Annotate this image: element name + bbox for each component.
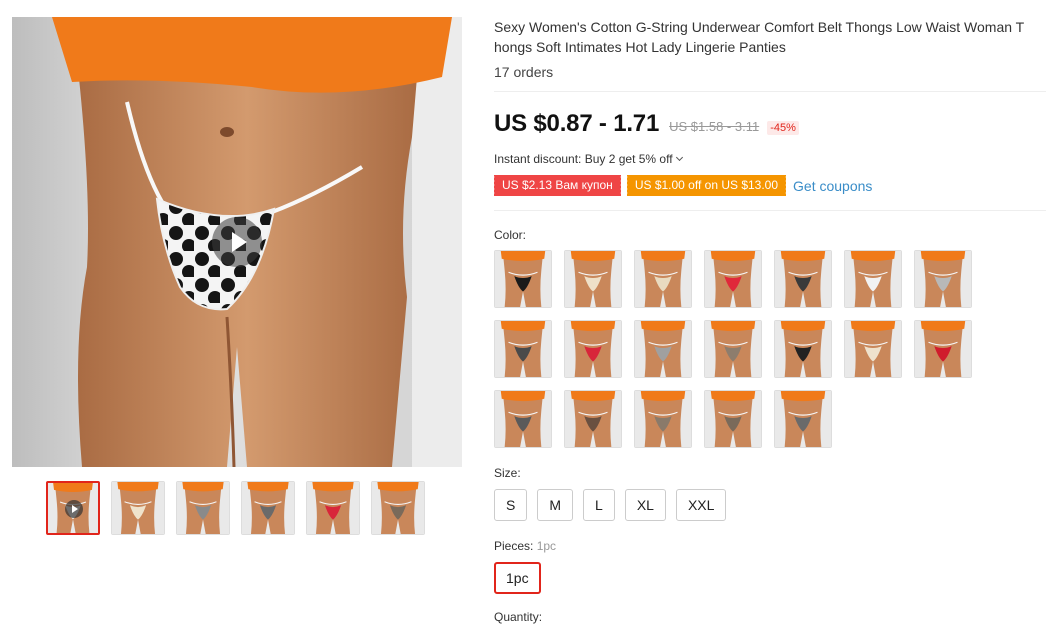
- thumbnail-strip: [46, 481, 425, 535]
- size-option-l[interactable]: L: [583, 489, 615, 521]
- main-product-image[interactable]: [12, 17, 462, 467]
- color-swatch[interactable]: [494, 320, 552, 378]
- orders-count: 17 orders: [494, 64, 554, 80]
- instant-discount-text: Instant discount: Buy 2 get 5% off: [494, 152, 673, 166]
- product-title: Sexy Women's Cotton G-String Underwear C…: [494, 17, 1046, 57]
- product-title-line-1: Sexy Women's Cotton G-String Underwear C…: [494, 19, 1025, 35]
- gallery-thumbnail[interactable]: [111, 481, 165, 535]
- gallery-thumbnail[interactable]: [46, 481, 100, 535]
- coupons-row: US $2.13 Вам купон US $1.00 off on US $1…: [493, 175, 1046, 196]
- color-swatch[interactable]: [634, 390, 692, 448]
- gallery-thumbnail[interactable]: [176, 481, 230, 535]
- price-row: US $0.87 - 1.71 US $1.58 - 3.11 -45%: [494, 110, 1046, 138]
- instant-discount[interactable]: Instant discount: Buy 2 get 5% off: [494, 152, 1046, 166]
- color-swatch[interactable]: [564, 390, 622, 448]
- get-coupons-link[interactable]: Get coupons: [793, 178, 872, 194]
- coupon-badge-threshold[interactable]: US $1.00 off on US $13.00: [625, 175, 787, 196]
- color-swatch[interactable]: [494, 250, 552, 308]
- color-swatch[interactable]: [634, 250, 692, 308]
- pieces-options: 1pc: [494, 562, 1046, 594]
- chevron-down-icon: [675, 153, 683, 162]
- pieces-label: Pieces: 1pc: [494, 539, 1046, 553]
- color-swatch[interactable]: [914, 320, 972, 378]
- size-option-s[interactable]: S: [494, 489, 528, 521]
- gallery-thumbnail[interactable]: [371, 481, 425, 535]
- size-option-xl[interactable]: XL: [624, 489, 666, 521]
- size-option-xxl[interactable]: XXL: [675, 489, 727, 521]
- pieces-option[interactable]: 1pc: [494, 562, 541, 594]
- color-swatch[interactable]: [704, 250, 762, 308]
- pieces-label-text: Pieces:: [494, 539, 534, 553]
- color-swatch[interactable]: [774, 250, 832, 308]
- color-swatch[interactable]: [844, 250, 902, 308]
- gallery-thumbnail[interactable]: [306, 481, 360, 535]
- color-label: Color:: [494, 228, 527, 242]
- color-swatch[interactable]: [704, 390, 762, 448]
- size-option-m[interactable]: M: [537, 489, 574, 521]
- color-swatch[interactable]: [494, 390, 552, 448]
- product-info: Sexy Women's Cotton G-String Underwear C…: [493, 17, 1046, 624]
- size-label: Size:: [494, 466, 521, 480]
- color-swatch[interactable]: [634, 320, 692, 378]
- color-swatches: [494, 250, 1046, 448]
- current-price: US $0.87 - 1.71: [494, 110, 660, 137]
- color-swatch[interactable]: [844, 320, 902, 378]
- play-video-button[interactable]: [212, 217, 262, 267]
- original-price: US $1.58 - 3.11: [669, 119, 760, 134]
- product-title-line-2: hongs Soft Intimates Hot Lady Lingerie P…: [494, 39, 786, 55]
- color-swatch[interactable]: [914, 250, 972, 308]
- quantity-label: Quantity:: [494, 610, 543, 624]
- color-swatch[interactable]: [774, 390, 832, 448]
- divider: [494, 210, 1046, 211]
- color-swatch[interactable]: [564, 250, 622, 308]
- pieces-selected-value: 1pc: [536, 539, 557, 553]
- coupon-badge-store[interactable]: US $2.13 Вам купон: [493, 175, 621, 196]
- color-swatch[interactable]: [774, 320, 832, 378]
- play-icon: [65, 500, 83, 518]
- color-swatch[interactable]: [564, 320, 622, 378]
- color-swatch[interactable]: [704, 320, 762, 378]
- divider: [494, 91, 1046, 92]
- gallery-thumbnail[interactable]: [241, 481, 295, 535]
- size-options: S M L XL XXL: [494, 489, 1046, 521]
- discount-badge: -45%: [767, 121, 799, 135]
